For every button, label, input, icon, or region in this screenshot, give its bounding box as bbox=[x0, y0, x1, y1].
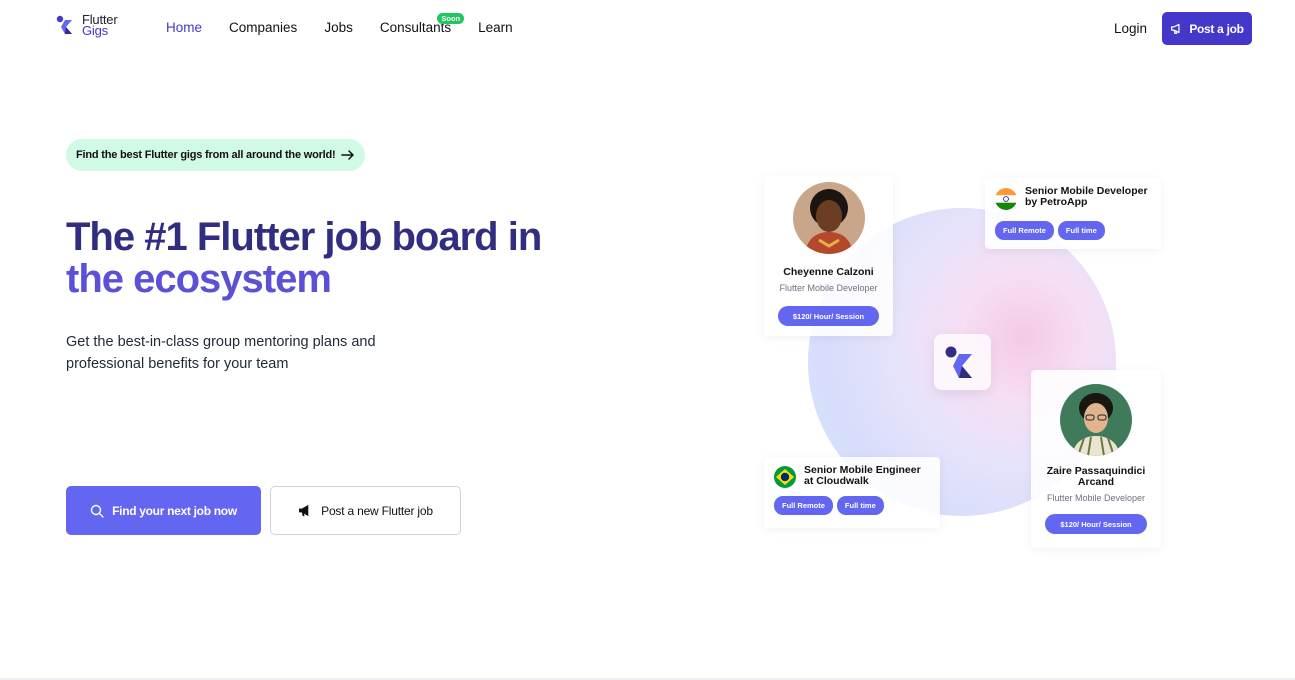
profile-role: Flutter Mobile Developer bbox=[779, 283, 878, 293]
post-flutter-job-button[interactable]: Post a new Flutter job bbox=[270, 486, 461, 535]
top-navbar: Flutter Gigs Home Companies Jobs Consult… bbox=[0, 0, 1295, 58]
job-card-cloudwalk[interactable]: Senior Mobile Engineer at Cloudwalk Full… bbox=[764, 457, 940, 528]
job-title: Senior Mobile Engineer at Cloudwalk bbox=[804, 465, 921, 487]
hero-pill-text: Find the best Flutter gigs from all arou… bbox=[76, 149, 336, 161]
soon-badge: Soon bbox=[437, 13, 465, 24]
arrow-right-icon bbox=[340, 150, 354, 160]
profile-card-zaire[interactable]: Zaire Passaquindici Arcand Flutter Mobil… bbox=[1031, 370, 1161, 548]
avatar-cheyenne bbox=[792, 182, 865, 254]
profile-role: Flutter Mobile Developer bbox=[1046, 493, 1146, 503]
brazil-flag-icon bbox=[774, 466, 796, 488]
flutter-gigs-logo-icon bbox=[945, 346, 972, 378]
rate-badge: $120/ Hour/ Session bbox=[777, 306, 880, 326]
hero-headline-line1: The #1 Flutter job board in bbox=[66, 216, 626, 258]
hero-announcement-pill[interactable]: Find the best Flutter gigs from all arou… bbox=[66, 139, 365, 171]
flutter-gigs-logo[interactable]: Flutter Gigs bbox=[56, 13, 118, 38]
nav-links: Home Companies Jobs Consultants Soon Lea… bbox=[166, 13, 540, 35]
job-tag: Full Remote bbox=[995, 221, 1054, 240]
profile-card-cheyenne[interactable]: Cheyenne Calzoni Flutter Mobile Develope… bbox=[764, 176, 893, 336]
megaphone-icon bbox=[1171, 23, 1180, 34]
nav-link-home[interactable]: Home bbox=[166, 20, 202, 35]
nav-link-jobs[interactable]: Jobs bbox=[324, 20, 353, 35]
profile-name: Cheyenne Calzoni bbox=[783, 266, 874, 278]
nav-link-consultants[interactable]: Consultants Soon bbox=[380, 13, 465, 35]
profile-name: Zaire Passaquindici Arcand bbox=[1047, 466, 1146, 488]
find-job-button[interactable]: Find your next job now bbox=[66, 486, 261, 535]
rate-badge: $120/ Hour/ Session bbox=[1045, 514, 1147, 534]
job-card-petroapp[interactable]: Senior Mobile Developer by PetroApp Full… bbox=[985, 178, 1161, 249]
hero-subtitle-line1: Get the best-in-class group mentoring pl… bbox=[66, 334, 376, 350]
profile-name-line2: Arcand bbox=[1077, 476, 1115, 488]
post-a-job-label: Post a job bbox=[1189, 21, 1244, 36]
job-title-line2: by PetroApp bbox=[1025, 196, 1088, 208]
flutter-gigs-logo-icon bbox=[56, 14, 78, 38]
job-tag: Full time bbox=[1057, 221, 1105, 240]
post-flutter-job-label: Post a new Flutter job bbox=[321, 503, 433, 518]
avatar-zaire bbox=[1060, 384, 1132, 456]
job-tag: Full time bbox=[836, 496, 884, 515]
hero-headline-part1: The #1 Flutter job board in bbox=[66, 215, 542, 259]
hero-subtitle-line2: professional benefits for your team bbox=[66, 356, 289, 372]
nav-link-companies[interactable]: Companies bbox=[229, 20, 297, 35]
nav-link-learn[interactable]: Learn bbox=[478, 20, 513, 35]
hero-subtitle: Get the best-in-class group mentoring pl… bbox=[66, 331, 426, 375]
find-job-label: Find your next job now bbox=[112, 503, 237, 518]
india-flag-icon bbox=[995, 188, 1017, 210]
megaphone-icon bbox=[299, 504, 309, 517]
hero-headline: The #1 Flutter job board in the ecosyste… bbox=[66, 216, 626, 300]
hero-headline-line2: the ecosystem bbox=[66, 257, 332, 301]
job-title: Senior Mobile Developer by PetroApp bbox=[1025, 186, 1148, 208]
center-logo-tile bbox=[934, 334, 991, 390]
post-a-job-button[interactable]: Post a job bbox=[1162, 12, 1252, 45]
login-link[interactable]: Login bbox=[1114, 21, 1147, 36]
search-icon bbox=[90, 504, 104, 518]
job-tag: Full Remote bbox=[774, 496, 833, 515]
job-title-line2: at Cloudwalk bbox=[804, 475, 869, 487]
